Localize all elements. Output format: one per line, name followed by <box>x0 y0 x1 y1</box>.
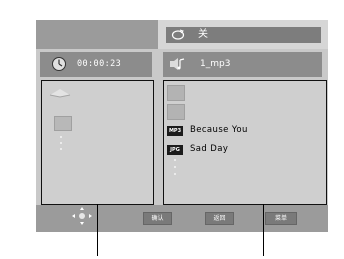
directional-pad-icon <box>72 207 92 225</box>
folder-tree-panel[interactable] <box>41 80 154 205</box>
repeat-bar[interactable] <box>166 27 321 43</box>
elapsed-time: 00:00:23 <box>77 59 122 69</box>
file-list-panel[interactable] <box>163 80 327 205</box>
folder-icon[interactable] <box>54 116 72 131</box>
callout-line <box>97 204 98 256</box>
more-items-indicator <box>174 159 176 175</box>
folder-up-icon[interactable] <box>49 88 71 98</box>
clock-icon <box>52 57 66 71</box>
back-button[interactable]: 返回 <box>205 212 234 225</box>
repeat-mode-label: 关 <box>198 29 208 40</box>
repeat-icon <box>171 29 185 40</box>
music-note-icon <box>170 58 185 70</box>
file-item[interactable]: Because You <box>190 125 248 135</box>
callout-line <box>263 204 264 256</box>
mp3-file-icon: MP3 <box>167 126 183 136</box>
folder-icon[interactable] <box>167 85 185 101</box>
file-item[interactable]: Sad Day <box>190 144 228 154</box>
header-left-block <box>36 20 158 49</box>
now-playing-title: 1_mp3 <box>200 59 231 69</box>
confirm-button[interactable]: 确认 <box>143 212 172 225</box>
folder-icon[interactable] <box>167 104 185 120</box>
menu-button[interactable]: 菜单 <box>265 212 297 225</box>
now-playing-bar <box>163 52 322 77</box>
more-items-indicator <box>60 136 62 150</box>
jpg-file-icon: JPG <box>167 145 183 155</box>
